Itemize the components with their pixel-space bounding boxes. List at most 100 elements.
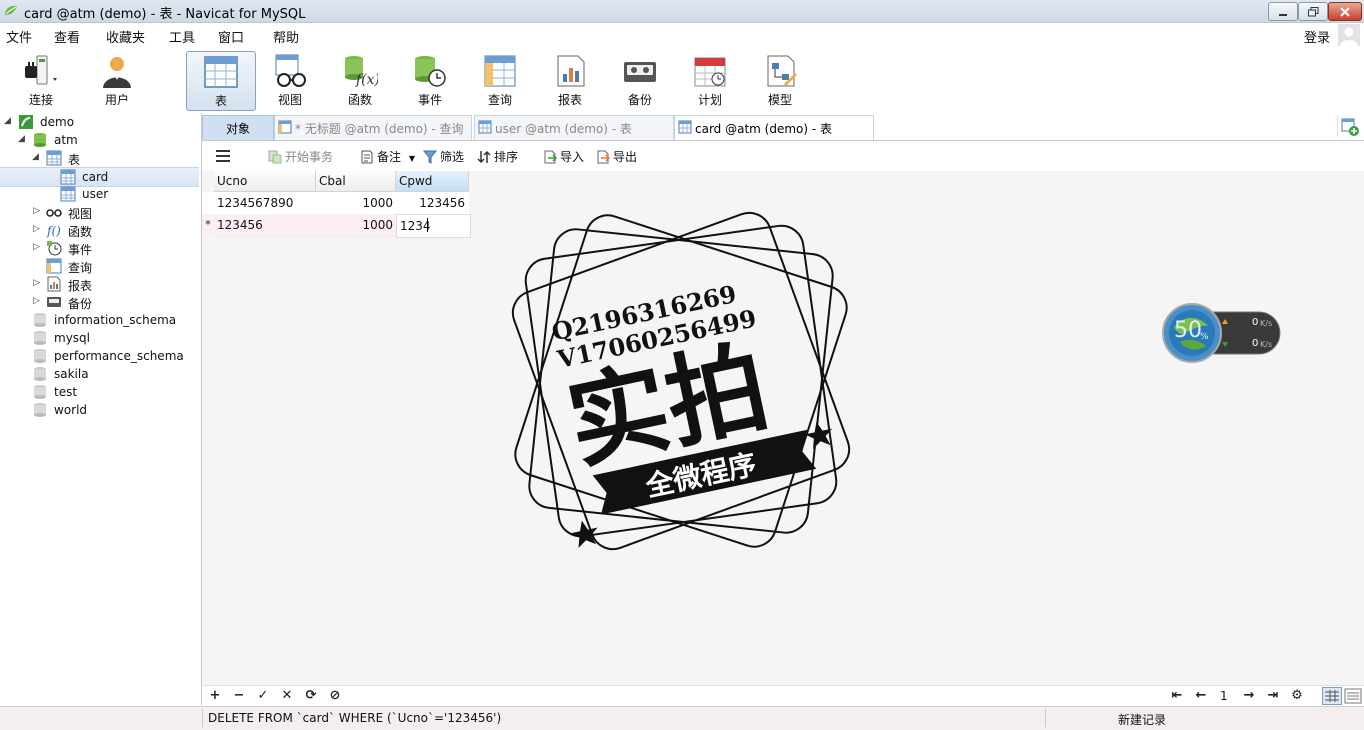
tree-views-group[interactable]: ▷ 视图 <box>0 203 199 221</box>
tool-schedule[interactable]: 计划 <box>676 51 744 109</box>
tree-database-atm[interactable]: ◢ atm <box>0 131 199 149</box>
tree-database-performance-schema[interactable]: performance_schema <box>0 347 199 365</box>
settings-gear-icon[interactable]: ⚙ <box>1288 688 1306 704</box>
menu-view[interactable]: 查看 <box>54 27 80 46</box>
memo-button[interactable]: 备注 ▼ <box>360 148 415 165</box>
previous-page-button[interactable]: ← <box>1192 688 1210 704</box>
menu-favorites[interactable]: 收藏夹 <box>106 27 145 46</box>
grid-view-icon[interactable] <box>1322 687 1342 705</box>
sort-button[interactable]: 排序 <box>477 148 518 165</box>
menu-tools[interactable]: 工具 <box>169 27 195 46</box>
expanded-arrow-icon[interactable]: ◢ <box>4 116 12 126</box>
table-cell[interactable]: 1000 <box>316 192 396 215</box>
row-marker[interactable]: * <box>202 214 214 236</box>
menu-help[interactable]: 帮助 <box>273 27 299 46</box>
expanded-arrow-icon[interactable]: ◢ <box>32 152 40 162</box>
tree-database-mysql[interactable]: mysql <box>0 329 199 347</box>
apply-changes-button[interactable]: ✓ <box>254 688 272 704</box>
tool-report[interactable]: 报表 <box>536 51 604 109</box>
tree-functions-group[interactable]: ▷ f() 函数 <box>0 221 199 239</box>
table-icon <box>60 186 76 202</box>
table-cell[interactable]: 1000 <box>316 214 396 237</box>
download-speed: 0 <box>1252 338 1259 349</box>
tool-user[interactable]: 用户 <box>83 51 151 109</box>
tree-label: information_schema <box>54 313 177 327</box>
tool-backup[interactable]: 备份 <box>606 51 674 109</box>
column-header-cbal[interactable]: Cbal <box>316 171 396 192</box>
menu-window[interactable]: 窗口 <box>218 27 244 46</box>
tab-untitled-query[interactable]: * 无标题 @atm (demo) - 查询 <box>274 115 472 140</box>
plug-icon <box>25 55 57 85</box>
table-cell[interactable]: 123456 <box>396 192 469 215</box>
tree-backups-group[interactable]: ▷ 备份 <box>0 293 199 311</box>
tree-database-world[interactable]: world <box>0 401 199 419</box>
database-inactive-icon <box>34 385 46 399</box>
restore-button[interactable] <box>1298 2 1328 21</box>
tool-query[interactable]: 查询 <box>466 51 534 109</box>
row-marker[interactable] <box>202 192 214 214</box>
close-button[interactable] <box>1328 2 1362 21</box>
tree-database-sakila[interactable]: sakila <box>0 365 199 383</box>
hamburger-menu-icon[interactable] <box>215 149 231 163</box>
discard-changes-button[interactable]: ✕ <box>278 688 296 704</box>
collapsed-arrow-icon[interactable]: ▷ <box>33 224 41 234</box>
export-button[interactable]: 导出 <box>596 148 637 165</box>
tab-user-table[interactable]: user @atm (demo) - 表 <box>474 115 674 140</box>
network-speed-widget[interactable]: 50 % 0 K/s 0 K/s <box>1160 302 1284 364</box>
tree-reports-group[interactable]: ▷ 报表 <box>0 275 199 293</box>
import-button[interactable]: 导入 <box>543 148 584 165</box>
stop-button[interactable]: ⊘ <box>326 688 344 704</box>
filter-icon <box>423 150 437 164</box>
menu-file[interactable]: 文件 <box>6 27 32 46</box>
cell-editor[interactable]: 1234 <box>396 214 471 238</box>
table-cell[interactable]: 123456 <box>214 214 316 237</box>
column-header-cpwd[interactable]: Cpwd <box>396 171 469 192</box>
tool-function[interactable]: f(x) 函数 <box>326 51 394 109</box>
first-page-button[interactable]: ⇤ <box>1168 688 1186 704</box>
main-toolbar: 连接 用户 表 视图 f(x) 函数 事件 查询 报表 备份 计划 模型 <box>0 47 1364 114</box>
form-view-icon[interactable] <box>1344 687 1362 705</box>
user-icon <box>103 57 131 88</box>
tool-event[interactable]: 事件 <box>396 51 464 109</box>
tool-model[interactable]: 模型 <box>746 51 814 109</box>
dropdown-caret-icon[interactable]: ▼ <box>409 154 415 163</box>
tool-table[interactable]: 表 <box>186 51 256 111</box>
minimize-button[interactable] <box>1268 2 1298 21</box>
delete-record-button[interactable]: − <box>230 688 248 704</box>
tree-table-user[interactable]: user <box>0 185 199 203</box>
tree-label: 表 <box>68 153 81 167</box>
tool-label: 报表 <box>557 93 582 107</box>
collapsed-arrow-icon[interactable]: ▷ <box>33 242 41 252</box>
avatar[interactable] <box>1338 24 1360 46</box>
last-page-button[interactable]: ⇥ <box>1264 688 1282 704</box>
table-cell[interactable]: 1234567890 <box>214 192 316 215</box>
next-page-button[interactable]: → <box>1240 688 1258 704</box>
function-icon: f() <box>46 224 61 238</box>
page-number[interactable]: 1 <box>1220 689 1228 703</box>
tree-table-card[interactable]: card <box>0 167 199 187</box>
tree-database-test[interactable]: test <box>0 383 199 401</box>
begin-transaction-button[interactable]: 开始事务 <box>268 148 333 165</box>
refresh-button[interactable]: ⟳ <box>302 688 320 704</box>
collapsed-arrow-icon[interactable]: ▷ <box>33 278 41 288</box>
tree-events-group[interactable]: ▷ 事件 <box>0 239 199 257</box>
column-header-ucno[interactable]: Ucno <box>214 171 316 192</box>
new-tab-icon[interactable] <box>1337 115 1360 137</box>
tool-view[interactable]: 视图 <box>256 51 324 109</box>
expanded-arrow-icon[interactable]: ◢ <box>18 134 26 144</box>
upload-unit: K/s <box>1260 319 1273 328</box>
view-glasses-icon <box>46 209 62 217</box>
tool-connection[interactable]: 连接 <box>7 51 75 109</box>
restore-icon <box>1307 6 1318 16</box>
collapsed-arrow-icon[interactable]: ▷ <box>33 296 41 306</box>
login-link[interactable]: 登录 <box>1304 27 1330 46</box>
filter-button[interactable]: 筛选 <box>423 148 464 165</box>
tree-database-information-schema[interactable]: information_schema <box>0 311 199 329</box>
tree-queries-group[interactable]: 查询 <box>0 257 199 275</box>
tree-connection-demo[interactable]: ◢ demo <box>0 113 199 131</box>
tree-tables-group[interactable]: ◢ 表 <box>0 149 199 167</box>
add-record-button[interactable]: + <box>206 688 224 704</box>
tab-objects[interactable]: 对象 <box>202 115 274 140</box>
collapsed-arrow-icon[interactable]: ▷ <box>33 206 41 216</box>
tab-card-table[interactable]: card @atm (demo) - 表 <box>674 115 874 140</box>
